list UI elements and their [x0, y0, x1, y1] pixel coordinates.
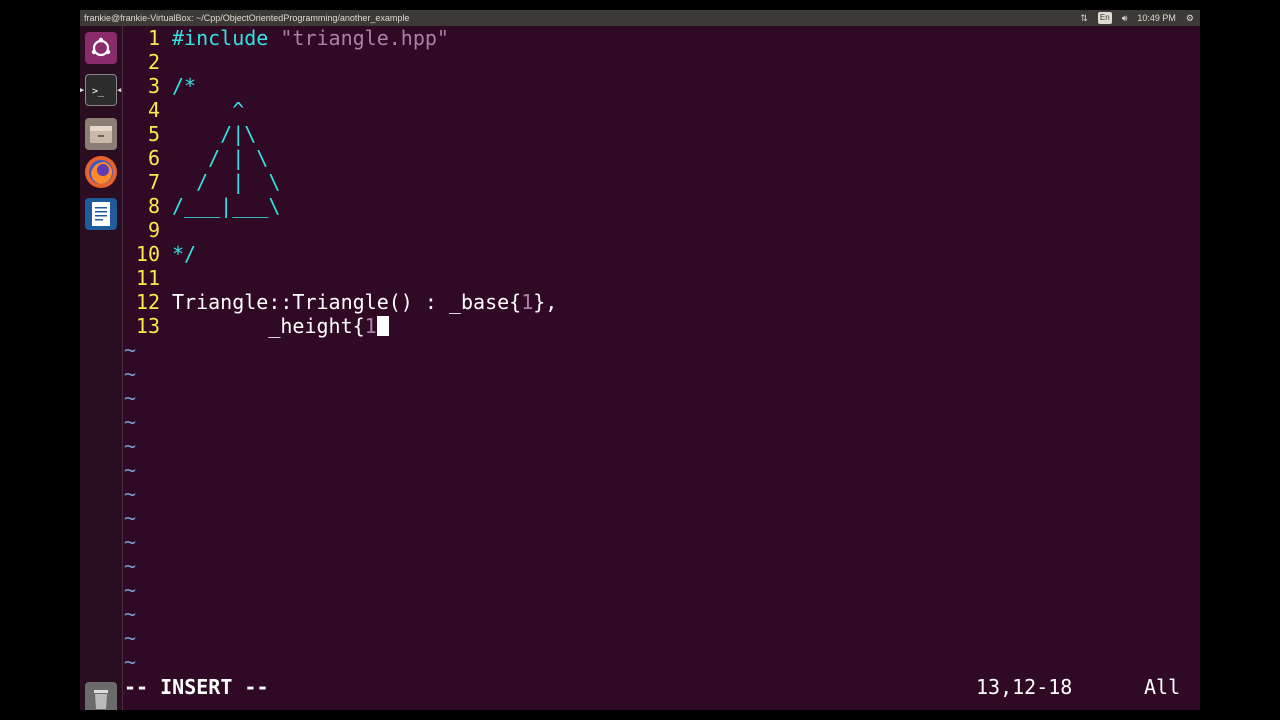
empty-line-marker: ~: [124, 458, 137, 482]
empty-line-marker: ~: [124, 482, 137, 506]
empty-line-marker: ~: [124, 626, 137, 650]
line-number: 6: [147, 146, 160, 170]
line-number: 9: [147, 218, 160, 242]
vim-mode-indicator: -- INSERT --: [124, 675, 269, 699]
ubuntu-dash-icon[interactable]: [85, 32, 117, 64]
empty-line-marker: ~: [124, 650, 137, 674]
code-token: */: [172, 242, 197, 266]
gear-icon[interactable]: ⚙: [1186, 12, 1194, 24]
line-number: 11: [135, 266, 160, 290]
terminal-icon[interactable]: >_: [85, 74, 117, 106]
active-app-indicator-left: ▶: [80, 86, 85, 94]
empty-line-marker: ~: [124, 410, 137, 434]
code-token: #include: [172, 26, 281, 50]
keyboard-layout-indicator[interactable]: En: [1097, 12, 1112, 24]
code-token: /___|___\: [172, 194, 281, 218]
empty-line-marker: ~: [124, 506, 137, 530]
line-number: 13: [135, 314, 160, 338]
line-number: 10: [135, 242, 160, 266]
code-token: _height{: [172, 314, 365, 338]
vim-status-line: -- INSERT -- 13,12-18 All: [124, 675, 1194, 699]
text-cursor: [376, 316, 389, 336]
volume-icon[interactable]: 🔊︎: [1122, 12, 1128, 24]
empty-line-marker: ~: [124, 530, 137, 554]
line-number: 4: [147, 98, 160, 122]
code-token: / | \: [172, 146, 269, 170]
line-number: 8: [147, 194, 160, 218]
svg-text:>_: >_: [92, 86, 105, 97]
empty-line-marker: ~: [124, 434, 137, 458]
empty-line-marker: ~: [124, 338, 137, 362]
code-token: "triangle.hpp": [280, 26, 449, 50]
code-token: 1: [521, 290, 534, 314]
code-text[interactable]: /*: [172, 74, 196, 98]
code-token: /|\: [172, 122, 257, 146]
line-number: 2: [147, 50, 160, 74]
window-title: frankie@frankie-VirtualBox: ~/Cpp/Object…: [84, 13, 410, 23]
empty-line-marker: ~: [124, 578, 137, 602]
trash-icon[interactable]: [85, 682, 117, 710]
active-app-indicator-right: ◀: [117, 86, 122, 94]
text-document-icon[interactable]: [85, 198, 117, 230]
code-token: },: [533, 290, 558, 314]
system-tray: ⇅ En 🔊︎ 10:49 PM ⚙: [1070, 12, 1194, 24]
code-text[interactable]: _height{1: [172, 314, 389, 338]
code-text[interactable]: ^: [172, 98, 244, 122]
line-number: 12: [135, 290, 160, 314]
clock[interactable]: 10:49 PM: [1137, 12, 1176, 24]
code-text[interactable]: #include "triangle.hpp": [172, 26, 449, 50]
code-token: 1: [364, 314, 377, 338]
line-number: 3: [147, 74, 160, 98]
code-text[interactable]: / | \: [172, 170, 280, 194]
files-icon[interactable]: [85, 118, 117, 150]
vim-editor[interactable]: 1 #include "triangle.hpp" 2 3 /* 4 ^ 5 /|\ 6 / …: [124, 26, 1200, 710]
empty-line-marker: ~: [124, 602, 137, 626]
code-text[interactable]: /|\: [172, 122, 256, 146]
line-number: 5: [147, 122, 160, 146]
code-text[interactable]: Triangle::Triangle() : _base{1},: [172, 290, 557, 314]
firefox-icon[interactable]: [85, 156, 117, 188]
desktop-screen: frankie@frankie-VirtualBox: ~/Cpp/Object…: [80, 10, 1200, 710]
code-text[interactable]: */: [172, 242, 196, 266]
top-panel: frankie@frankie-VirtualBox: ~/Cpp/Object…: [80, 10, 1200, 26]
code-token: Triangle::Triangle() : _base{: [172, 290, 522, 314]
code-token: / | \: [172, 170, 281, 194]
empty-line-marker: ~: [124, 362, 137, 386]
cursor-position: 13,12-18: [976, 675, 1073, 699]
empty-line-marker: ~: [124, 554, 137, 578]
code-token: /*: [172, 74, 197, 98]
code-text[interactable]: /___|___\: [172, 194, 280, 218]
line-number: 7: [147, 170, 160, 194]
code-text[interactable]: / | \: [172, 146, 268, 170]
network-icon[interactable]: ⇅: [1080, 12, 1088, 24]
empty-line-marker: ~: [124, 386, 137, 410]
code-token: ^: [172, 98, 245, 122]
scroll-position: All: [1144, 675, 1181, 699]
launcher-sidebar: ▶ >_ ◀: [80, 26, 123, 710]
line-number: 1: [147, 26, 160, 50]
